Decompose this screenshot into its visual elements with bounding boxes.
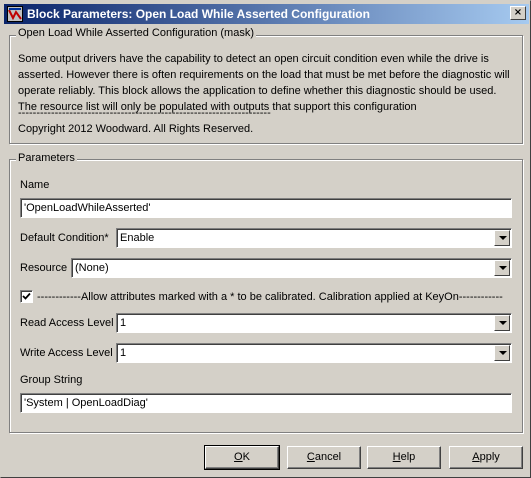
- calibrate-checkbox[interactable]: [20, 290, 33, 303]
- group-string-field[interactable]: 'System | OpenLoadDiag': [20, 393, 512, 413]
- close-icon[interactable]: ×: [510, 6, 526, 20]
- read-access-value: 1: [120, 317, 127, 329]
- read-access-label: Read Access Level: [20, 317, 114, 329]
- title-bar[interactable]: Block Parameters: Open Load While Assert…: [4, 4, 529, 24]
- apply-button[interactable]: Apply: [449, 446, 523, 469]
- check-icon: [22, 292, 31, 300]
- window-title: Block Parameters: Open Load While Assert…: [27, 7, 370, 21]
- mask-description: Some output drivers have the capability …: [18, 53, 510, 113]
- ok-post: K: [242, 451, 250, 463]
- resource-label: Resource: [20, 262, 68, 274]
- help-button[interactable]: Help: [367, 446, 441, 469]
- chevron-down-icon[interactable]: [494, 345, 510, 361]
- help-post: elp: [400, 451, 416, 463]
- ok-mnemonic: O: [234, 451, 243, 463]
- ok-button[interactable]: OK: [204, 445, 280, 470]
- cancel-mnemonic: C: [306, 451, 315, 463]
- resource-select[interactable]: (None): [71, 258, 512, 278]
- write-access-label: Write Access Level: [20, 347, 113, 359]
- help-mnemonic: H: [392, 451, 401, 463]
- name-label: Name: [20, 179, 50, 191]
- cancel-post: ancel: [314, 451, 342, 463]
- read-access-select[interactable]: 1: [116, 313, 512, 333]
- dialog-window: Block Parameters: Open Load While Assert…: [0, 0, 531, 478]
- copyright-text: Copyright 2012 Woodward. All Rights Rese…: [18, 123, 254, 135]
- chevron-down-icon[interactable]: [494, 230, 510, 246]
- calibrate-label: ------------Allow attributes marked with…: [37, 291, 503, 303]
- chevron-down-icon[interactable]: [494, 315, 510, 331]
- parameters-group-label: Parameters: [16, 152, 77, 164]
- chevron-down-icon[interactable]: [494, 260, 510, 276]
- write-access-value: 1: [120, 347, 127, 359]
- cancel-button[interactable]: Cancel: [287, 446, 361, 469]
- write-access-select[interactable]: 1: [116, 343, 512, 363]
- name-field[interactable]: 'OpenLoadWhileAsserted': [20, 198, 512, 218]
- simulink-block-icon: [7, 6, 23, 22]
- group-string-label: Group String: [20, 374, 83, 386]
- default-condition-select[interactable]: Enable: [116, 228, 512, 248]
- default-condition-value: Enable: [120, 232, 155, 244]
- mask-group-label: Open Load While Asserted Configuration (…: [16, 27, 257, 39]
- default-condition-label: Default Condition*: [20, 232, 109, 244]
- separator-dashes: ----------------------------------------…: [18, 107, 271, 119]
- apply-mnemonic: A: [472, 451, 480, 463]
- resource-value: (None): [75, 262, 109, 274]
- apply-post: pply: [479, 451, 500, 463]
